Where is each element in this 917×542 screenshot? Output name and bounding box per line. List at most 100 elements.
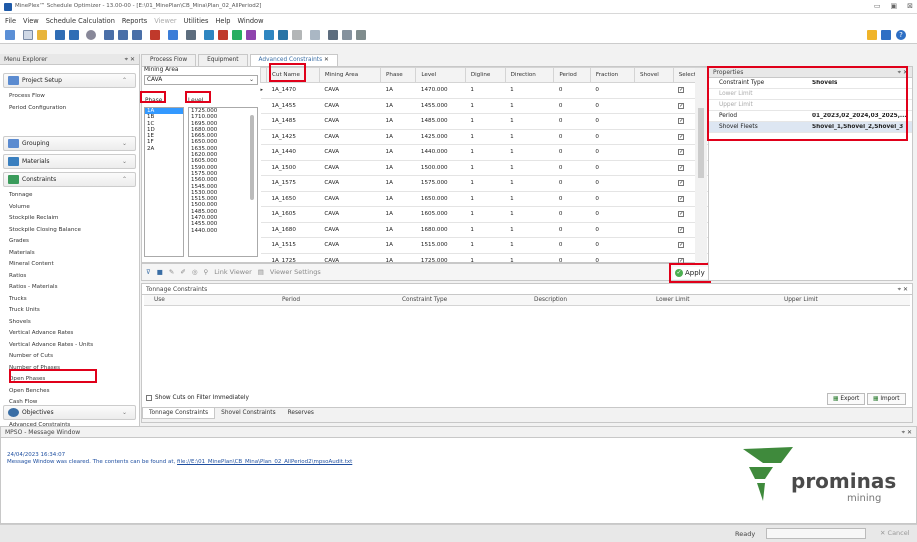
column-header[interactable]: Digline	[464, 67, 506, 83]
map-icon[interactable]: ■	[157, 268, 163, 276]
nav-item[interactable]: Open Benches	[0, 386, 139, 398]
table-cell[interactable]: CAVA	[319, 191, 381, 207]
table-cell[interactable]	[634, 129, 674, 145]
table-cell[interactable]: 1	[465, 160, 506, 176]
table-cell[interactable]: 1A	[380, 175, 416, 192]
nav-item[interactable]: Truck Units	[0, 305, 139, 317]
table-row[interactable]: 1A_1455 CAVA 1A 1455.000 1 1 0 0 ✓	[260, 98, 710, 114]
chart-2-icon[interactable]	[218, 30, 228, 40]
save-icon[interactable]	[55, 30, 65, 40]
table-cell[interactable]: 1	[465, 222, 506, 238]
table-cell[interactable]: 0	[553, 222, 591, 238]
level-item[interactable]: 1440.000	[191, 228, 257, 234]
group-constraints[interactable]: Constraints ⌃	[3, 172, 136, 187]
select-checkbox[interactable]: ✓	[678, 211, 685, 218]
table-cell[interactable]: 1	[505, 144, 554, 161]
table-cell[interactable]: 1	[465, 237, 506, 254]
table-cell[interactable]: 1	[505, 237, 554, 254]
link-viewer-button[interactable]: Link Viewer	[214, 268, 251, 276]
table-cell[interactable]: 1A_1425	[266, 129, 320, 145]
nav-item[interactable]: Trucks	[0, 294, 139, 306]
phase-item[interactable]: 2A	[145, 146, 183, 152]
table-cell[interactable]	[634, 175, 674, 192]
table-cell[interactable]: 1485.000	[415, 113, 466, 130]
target-icon[interactable]: ◎	[192, 268, 198, 276]
table-cell[interactable]: 1	[505, 113, 554, 130]
table-cell[interactable]: 0	[553, 144, 591, 161]
graph-icon[interactable]	[342, 30, 352, 40]
table-cell[interactable]: CAVA	[319, 113, 381, 130]
tab-process-flow[interactable]: Process Flow	[141, 54, 197, 66]
table-cell[interactable]: 1A	[380, 222, 416, 238]
table-cell[interactable]: 0	[590, 113, 635, 130]
settings-icon[interactable]	[86, 30, 96, 40]
schedule-3-icon[interactable]	[132, 30, 142, 40]
table-cell[interactable]: 1A_1470	[266, 82, 320, 99]
select-checkbox[interactable]: ✓	[678, 226, 685, 233]
table-cell[interactable]: 0	[590, 129, 635, 145]
pencil-icon[interactable]: ✐	[180, 268, 185, 276]
table-cell[interactable]: 1A_1485	[266, 113, 320, 130]
nav-item[interactable]: Stockpile Reclaim	[0, 213, 139, 225]
nav-item[interactable]: Vertical Advance Rates - Units	[0, 340, 139, 352]
close-window-button[interactable]: ⊠	[907, 2, 913, 10]
table-cell[interactable]: 1515.000	[415, 237, 466, 254]
column-header[interactable]: Use	[154, 297, 165, 303]
nav-item[interactable]: Mineral Content	[0, 259, 139, 271]
table-cell[interactable]: 0	[590, 237, 635, 254]
table-cell[interactable]: 1500.000	[415, 160, 466, 176]
table-cell[interactable]: 1A	[380, 237, 416, 254]
table-row[interactable]: 1A_1650 CAVA 1A 1650.000 1 1 0 0 ✓	[260, 191, 710, 207]
table-cell[interactable]: 1A	[380, 206, 416, 223]
table-cell[interactable]	[634, 82, 674, 99]
viewer-settings-button[interactable]: Viewer Settings	[270, 268, 321, 276]
table-cell[interactable]: 0	[590, 191, 635, 207]
group-materials[interactable]: Materials ⌄	[3, 154, 136, 169]
table-row[interactable]: 1A_1425 CAVA 1A 1425.000 1 1 0 0 ✓	[260, 129, 710, 145]
viewer-2-icon[interactable]	[278, 30, 288, 40]
table-cell[interactable]: CAVA	[319, 144, 381, 161]
nav-item[interactable]: Ratios - Materials	[0, 282, 139, 294]
viewer-settings-icon[interactable]: ▤	[258, 268, 264, 276]
table-cell[interactable]: 1	[465, 144, 506, 161]
table-row[interactable]: ▸ 1A_1470 CAVA 1A 1470.000 1 1 0 0 ✓	[260, 82, 710, 99]
select-checkbox[interactable]: ✓	[678, 87, 685, 94]
table-cell[interactable]: 1A	[380, 191, 416, 207]
show-cuts-checkbox[interactable]: Show Cuts on Filter Immediately	[146, 395, 249, 401]
nav-item[interactable]: Period Configuration	[0, 103, 139, 115]
table-cell[interactable]	[634, 206, 674, 223]
table-cell[interactable]: 1A	[380, 113, 416, 130]
nav-item[interactable]: Process Flow	[0, 91, 139, 103]
table-cell[interactable]: CAVA	[319, 129, 381, 145]
window-icon[interactable]	[881, 30, 891, 40]
column-header[interactable]: Shovel	[634, 67, 674, 83]
table-cell[interactable]: 1A_1680	[266, 222, 320, 238]
group-project-setup[interactable]: Project Setup ⌃	[3, 73, 136, 88]
table-cell[interactable]: 0	[553, 206, 591, 223]
nav-item[interactable]: Ratios	[0, 271, 139, 283]
table-cell[interactable]: 1470.000	[415, 82, 466, 99]
select-checkbox[interactable]: ✓	[678, 164, 685, 171]
column-header[interactable]: Constraint Type	[402, 297, 447, 303]
table-cell[interactable]: 1650.000	[415, 191, 466, 207]
pin-icon[interactable]: ⌖ ✕	[902, 429, 912, 436]
select-checkbox[interactable]: ✓	[678, 102, 685, 109]
table-cell[interactable]: 1	[465, 82, 506, 99]
table-cell[interactable]: 0	[553, 98, 591, 114]
table-icon[interactable]	[186, 30, 196, 40]
run-icon[interactable]	[150, 30, 160, 40]
table-cell[interactable]: 1A_1440	[266, 144, 320, 161]
export-button[interactable]: ▦ Export	[827, 393, 866, 405]
table-cell[interactable]: 0	[553, 175, 591, 192]
grid-scrollbar-thumb[interactable]	[698, 108, 704, 178]
nav-item[interactable]: Tonnage	[0, 190, 139, 202]
column-header[interactable]: Phase	[380, 67, 417, 83]
group-grouping[interactable]: Grouping ⌄	[3, 136, 136, 151]
table-cell[interactable]: 0	[590, 222, 635, 238]
save-as-icon[interactable]	[69, 30, 79, 40]
table-cell[interactable]: 0	[590, 160, 635, 176]
mining-area-select[interactable]: CAVA ⌄	[144, 75, 258, 85]
table-cell[interactable]: 1575.000	[415, 175, 466, 192]
table-cell[interactable]: 0	[590, 206, 635, 223]
nav-item[interactable]: Vertical Advance Rates	[0, 328, 139, 340]
